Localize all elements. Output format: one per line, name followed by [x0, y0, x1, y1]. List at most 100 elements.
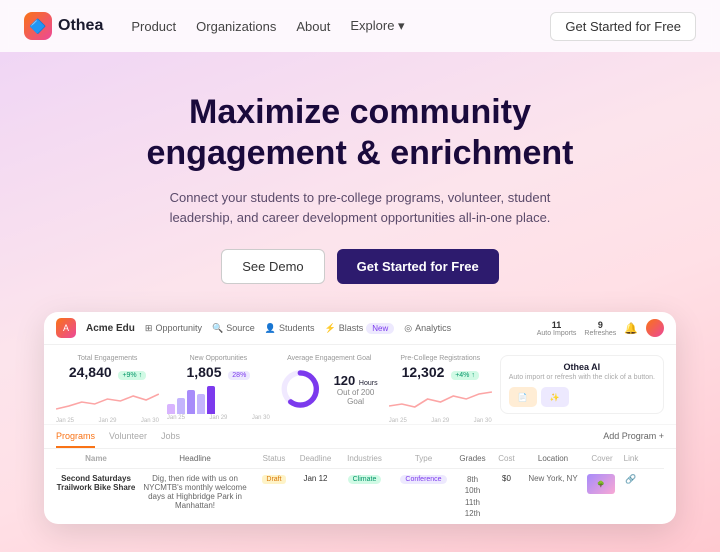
donut-value: 120 Hours: [330, 373, 380, 388]
auto-import-info: 11 Auto Imports: [537, 320, 577, 337]
donut-goal: Out of 200 Goal: [330, 388, 380, 406]
nav-product[interactable]: Product: [131, 19, 176, 34]
th-location: Location: [523, 454, 583, 463]
nav-explore[interactable]: Explore ▾: [350, 18, 404, 34]
stat-pc-change: +4% ↑: [451, 371, 479, 380]
th-headline: Headline: [140, 454, 250, 463]
dashboard-table: Name Headline Status Deadline Industries…: [44, 449, 676, 524]
row-location: New York, NY: [523, 474, 583, 483]
row-link[interactable]: 🔗: [621, 474, 641, 485]
th-status: Status: [254, 454, 294, 463]
conference-badge: Conference: [400, 475, 446, 484]
stat-te-chart: Jan 25 Jan 29 Jan 30: [56, 384, 159, 414]
blasts-icon: ⚡: [324, 323, 335, 334]
stat-no-chart: Jan 25 Jan 29 Jan 30: [167, 384, 270, 414]
hero-section: Maximize community engagement & enrichme…: [0, 52, 720, 552]
th-cover: Cover: [587, 454, 617, 463]
stat-precollege: Pre-College Registrations 12,302 +4% ↑ J…: [389, 355, 492, 414]
stat-pc-chart-dates: Jan 25 Jan 29 Jan 30: [389, 418, 492, 424]
hero-buttons: See Demo Get Started for Free: [24, 249, 696, 284]
stat-engagement-goal: Average Engagement Goal 120 Hours Out of…: [278, 355, 381, 414]
th-link: Link: [621, 454, 641, 463]
th-industries: Industries: [337, 454, 392, 463]
ai-buttons: 📄 ✨: [509, 387, 655, 407]
th-grades: Grades: [455, 454, 490, 463]
bell-icon[interactable]: 🔔: [624, 322, 638, 335]
row-deadline: Jan 12: [298, 474, 333, 483]
hero-subtitle: Connect your students to pre-college pro…: [150, 188, 570, 230]
stat-te-label: Total Engagements: [56, 355, 159, 362]
th-type: Type: [396, 454, 451, 463]
row-headline: Dig, then ride with us on NYCMTB's month…: [140, 474, 250, 510]
row-type: Conference: [396, 474, 451, 483]
climate-badge: Climate: [348, 475, 382, 484]
row-cost: $0: [494, 474, 519, 483]
ai-btn-1[interactable]: 📄: [509, 387, 537, 407]
dashboard-card: A Acme Edu ⊞ Opportunity 🔍 Source 👤 Stud…: [44, 312, 676, 524]
th-name: Name: [56, 454, 136, 463]
tab-volunteer[interactable]: Volunteer: [109, 431, 147, 448]
cover-image: 🌳: [587, 474, 615, 494]
table-row: Second Saturdays Trailwork Bike Share Di…: [56, 469, 664, 524]
nav-links: Product Organizations About Explore ▾: [131, 18, 550, 34]
stat-pc-value: 12,302: [402, 364, 445, 380]
row-grades: 8th 10th 11th 12th: [455, 474, 490, 519]
dashboard-topbar: A Acme Edu ⊞ Opportunity 🔍 Source 👤 Stud…: [44, 312, 676, 345]
dash-nav-items: ⊞ Opportunity 🔍 Source 👤 Students ⚡ Blas…: [145, 323, 527, 334]
hero-title-line1: Maximize community: [189, 93, 531, 131]
donut-wrapper: 120 Hours Out of 200 Goal: [278, 364, 381, 414]
hero-title-line2: engagement & enrichment: [147, 134, 574, 172]
donut-unit: Hours: [359, 380, 378, 387]
tab-jobs[interactable]: Jobs: [161, 431, 180, 448]
bar-5: [207, 386, 215, 414]
dashboard-tabs: Programs Volunteer Jobs Add Program +: [44, 425, 676, 449]
dash-nav-source[interactable]: 🔍 Source: [212, 323, 255, 334]
dashboard-stats: Total Engagements 24,840 +9% ↑ Jan 25 Ja…: [44, 345, 676, 425]
auto-import-label: Auto Imports: [537, 330, 577, 337]
tab-programs[interactable]: Programs: [56, 431, 95, 448]
stat-no-value: 1,805: [186, 364, 221, 380]
dash-nav-analytics[interactable]: ◎ Analytics: [404, 323, 451, 334]
analytics-icon: ◎: [404, 323, 412, 334]
hero-title: Maximize community engagement & enrichme…: [24, 92, 696, 174]
refreshes-count: 9: [598, 320, 603, 330]
stat-new-opportunities: New Opportunities 1,805 28% Jan 25: [167, 355, 270, 414]
source-icon: 🔍: [212, 323, 223, 334]
nav-about[interactable]: About: [296, 19, 330, 34]
dash-nav-students[interactable]: 👤 Students: [265, 323, 315, 334]
row-industry: Climate: [337, 474, 392, 483]
ai-btn-2[interactable]: ✨: [541, 387, 569, 407]
stat-pc-label: Pre-College Registrations: [389, 355, 492, 362]
table-header: Name Headline Status Deadline Industries…: [56, 449, 664, 469]
ai-subtitle: Auto import or refresh with the click of…: [509, 374, 655, 381]
th-cost: Cost: [494, 454, 519, 463]
refreshes-info: 9 Refreshes: [584, 320, 616, 337]
dash-logo-icon: A: [56, 318, 76, 338]
dash-nav-blasts[interactable]: ⚡ Blasts New: [324, 323, 394, 334]
blasts-new-badge: New: [366, 323, 394, 334]
stat-te-value: 24,840: [69, 364, 112, 380]
nav-cta-button[interactable]: Get Started for Free: [550, 12, 696, 41]
stat-te-chart-dates: Jan 25 Jan 29 Jan 30: [56, 418, 159, 424]
stat-no-chart-dates: Jan 25 Jan 29 Jan 30: [167, 415, 270, 421]
dash-nav-opportunity[interactable]: ⊞ Opportunity: [145, 323, 202, 334]
row-name: Second Saturdays Trailwork Bike Share: [56, 474, 136, 492]
get-started-button[interactable]: Get Started for Free: [337, 249, 499, 284]
refreshes-label: Refreshes: [584, 330, 616, 337]
navbar: 🔷 Othea Product Organizations About Expl…: [0, 0, 720, 52]
add-program-button[interactable]: Add Program +: [603, 431, 664, 448]
user-avatar[interactable]: [646, 319, 664, 337]
donut-info: 120 Hours Out of 200 Goal: [330, 373, 380, 406]
bar-2: [177, 398, 185, 414]
opportunity-icon: ⊞: [145, 323, 153, 334]
ai-title: Othea AI: [509, 362, 655, 372]
bar-4: [197, 394, 205, 414]
see-demo-button[interactable]: See Demo: [221, 249, 324, 284]
bar-1: [167, 404, 175, 414]
stat-total-engagements: Total Engagements 24,840 +9% ↑ Jan 25 Ja…: [56, 355, 159, 414]
stat-pc-chart: Jan 25 Jan 29 Jan 30: [389, 384, 492, 414]
nav-organizations[interactable]: Organizations: [196, 19, 276, 34]
stat-no-label: New Opportunities: [167, 355, 270, 362]
donut-chart: [278, 364, 323, 414]
logo[interactable]: 🔷 Othea: [24, 12, 103, 40]
